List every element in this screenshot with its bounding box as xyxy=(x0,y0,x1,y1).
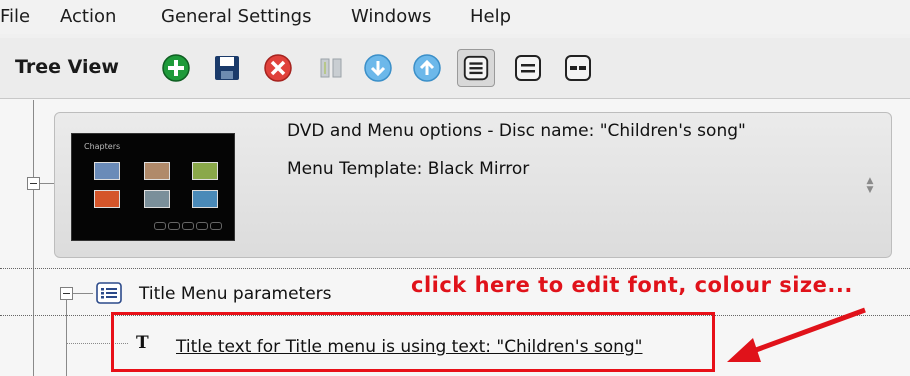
save-button[interactable] xyxy=(208,49,246,87)
thumbnail-tile xyxy=(144,162,170,180)
dvd-options-node[interactable]: Chapters DVD and Menu options - Disc nam… xyxy=(54,112,892,258)
menu-action[interactable]: Action xyxy=(60,6,116,27)
view-detail-button[interactable] xyxy=(559,49,597,87)
move-up-icon xyxy=(413,54,441,82)
view-compact-button[interactable] xyxy=(509,49,547,87)
add-icon xyxy=(162,54,190,82)
thumbnail-nav-dot xyxy=(182,222,194,230)
thumbnail-nav-dot xyxy=(196,222,208,230)
menu-template-text: Menu Template: Black Mirror xyxy=(287,159,530,179)
expand-arrows-icon[interactable]: ▲ ▼ xyxy=(863,177,877,199)
disc-name-text: DVD and Menu options - Disc name: "Child… xyxy=(287,121,746,141)
title-menu-label: Title Menu parameters xyxy=(139,284,332,304)
view-compact-icon xyxy=(515,55,541,81)
thumbnail-tile xyxy=(192,190,218,208)
menu-help[interactable]: Help xyxy=(470,6,511,27)
menu-template-thumbnail: Chapters xyxy=(71,133,235,241)
thumbnail-tile xyxy=(192,162,218,180)
split-button[interactable] xyxy=(312,49,350,87)
tree-connector xyxy=(40,183,54,184)
toolbar: Tree View xyxy=(0,38,910,99)
thumbnail-tile xyxy=(144,190,170,208)
move-down-icon xyxy=(364,54,392,82)
tree-connector xyxy=(33,100,34,180)
thumbnail-nav-dot xyxy=(154,222,166,230)
delete-icon xyxy=(264,54,292,82)
thumbnail-tile xyxy=(94,162,120,180)
collapse-dvd-toggle[interactable] xyxy=(27,177,40,190)
move-down-button[interactable] xyxy=(359,49,397,87)
list-settings-icon xyxy=(96,282,122,304)
save-icon xyxy=(215,56,239,80)
view-list-icon xyxy=(463,55,489,81)
menu-file[interactable]: File xyxy=(0,6,30,27)
text-icon: T xyxy=(136,333,149,353)
annotation-text: click here to edit font, colour size... xyxy=(411,273,853,297)
view-detail-icon xyxy=(565,55,591,81)
title-text-link[interactable]: Title text for Title menu is using text:… xyxy=(176,337,643,357)
thumbnail-nav-dot xyxy=(168,222,180,230)
menu-bar: File Action General Settings Windows Hel… xyxy=(0,0,910,34)
annotation-arrow-icon xyxy=(727,307,866,362)
thumbnail-label: Chapters xyxy=(84,142,121,151)
thumbnail-nav-dot xyxy=(210,222,222,230)
menu-windows[interactable]: Windows xyxy=(351,6,431,27)
collapse-title-menu-toggle[interactable] xyxy=(60,287,73,300)
view-list-button[interactable] xyxy=(457,49,495,87)
thumbnail-tile xyxy=(94,190,120,208)
delete-button[interactable] xyxy=(259,49,297,87)
split-icon xyxy=(320,58,342,78)
toolbar-title: Tree View xyxy=(15,56,119,78)
move-up-button[interactable] xyxy=(408,49,446,87)
add-button[interactable] xyxy=(157,49,195,87)
menu-general-settings[interactable]: General Settings xyxy=(161,6,312,27)
